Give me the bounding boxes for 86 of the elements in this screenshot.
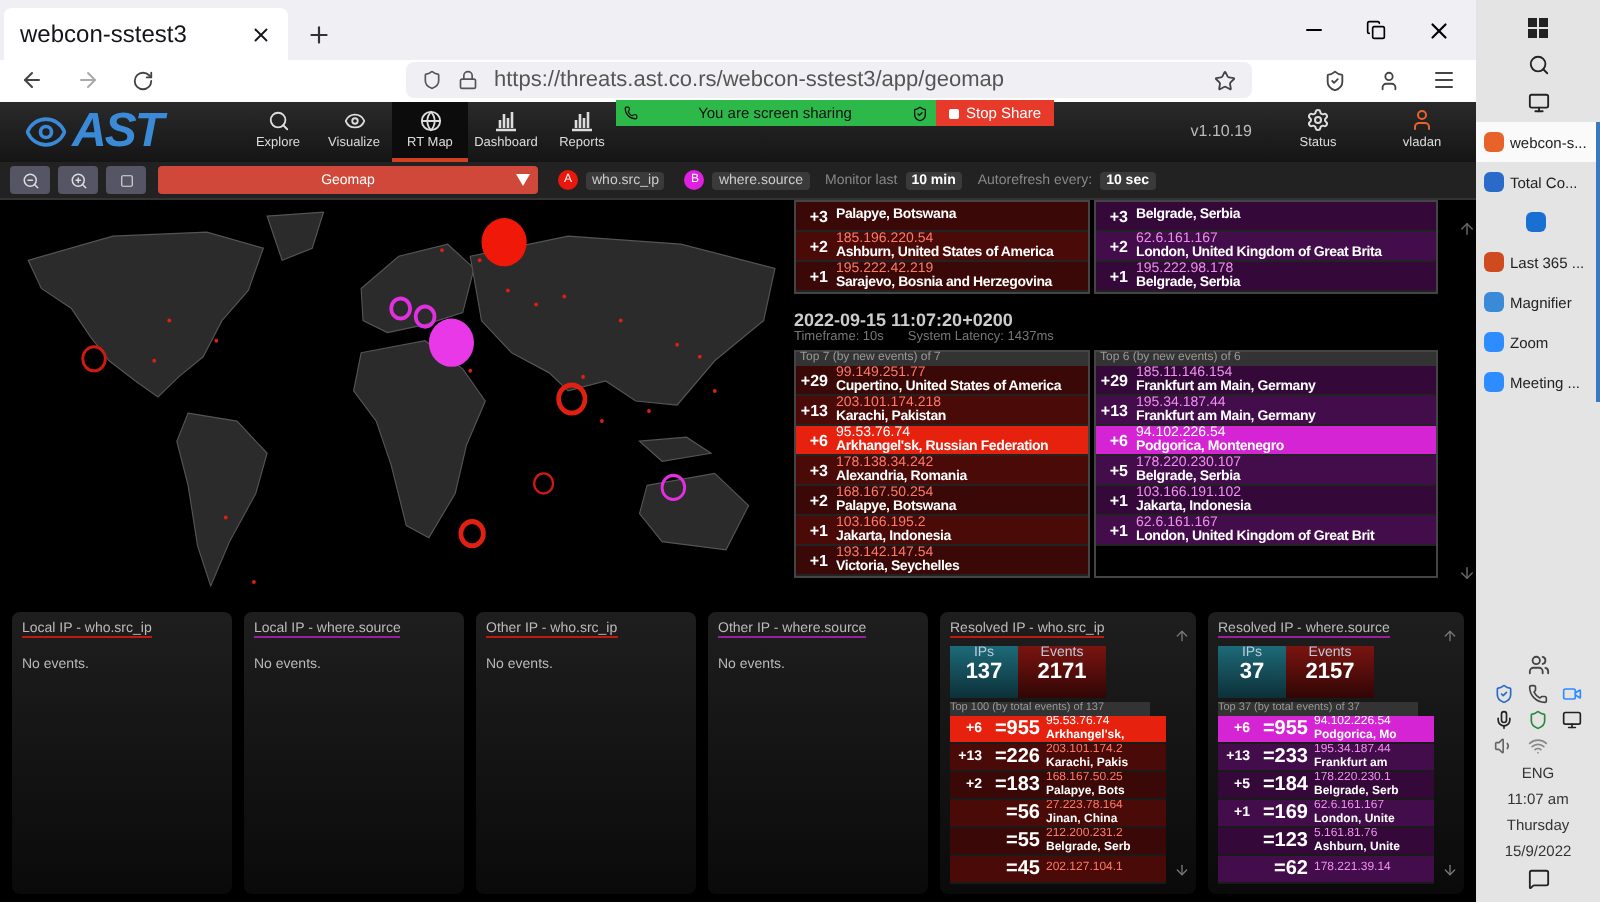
restore-icon[interactable] [1366, 20, 1386, 40]
event-total: =56 [1004, 802, 1042, 824]
event-total: =169 [1260, 802, 1310, 824]
event-total: =955 [1260, 718, 1310, 740]
bar-chart-icon [570, 108, 594, 133]
event-delta: +3 [807, 207, 830, 225]
browser-tab[interactable]: webcon-sstest3 [4, 8, 288, 60]
notification-icon[interactable] [1527, 868, 1549, 890]
back-icon[interactable] [20, 68, 44, 93]
stop-icon [948, 107, 960, 119]
lock-icon [458, 70, 478, 91]
event-delta: +1 [807, 267, 830, 285]
zoom-in-icon [69, 171, 87, 190]
scroll-down-icon[interactable] [1457, 564, 1475, 582]
event-delta: +2 [807, 237, 830, 255]
tile-value: 137 [965, 660, 1003, 684]
event-delta: +13 [798, 401, 830, 419]
phone-icon[interactable] [1528, 684, 1548, 704]
eye-icon [343, 109, 365, 132]
event-delta: +1 [1107, 267, 1130, 285]
monitor-icon[interactable] [1562, 710, 1582, 730]
network-icon[interactable] [1528, 736, 1548, 756]
event-delta: +3 [1107, 207, 1130, 225]
event-total: =55 [1004, 830, 1042, 852]
tab-title: webcon-sstest3 [20, 20, 187, 48]
close-icon[interactable] [1426, 17, 1452, 43]
logo: AST [0, 101, 240, 163]
people-icon[interactable] [1527, 654, 1549, 676]
event-total: =62 [1272, 858, 1310, 880]
bar-chart-icon [494, 108, 518, 133]
event-total: =183 [992, 774, 1042, 796]
version-label: v1.10.19 [1190, 122, 1252, 141]
tile-value: 37 [1239, 660, 1265, 684]
scroll-down-icon[interactable] [1442, 862, 1458, 878]
reload-icon[interactable] [132, 69, 154, 92]
event-delta: +1 [807, 551, 830, 569]
new-tab-icon[interactable] [305, 21, 331, 47]
address-bar[interactable]: https://threats.ast.co.rs/webcon-sstest3/app/geomap [406, 62, 1252, 99]
zoom-out-button[interactable] [10, 166, 50, 195]
caret-icon [516, 174, 530, 187]
event-delta: +29 [798, 371, 830, 389]
task-view-icon[interactable] [1527, 92, 1549, 114]
scroll-up-icon[interactable] [1457, 220, 1475, 238]
zoom-in-button[interactable] [58, 166, 98, 195]
globe-icon [419, 109, 441, 132]
event-delta: +13 [1098, 401, 1130, 419]
microphone-icon[interactable] [1494, 710, 1514, 730]
tile-value: 2171 [1037, 660, 1087, 684]
menu-icon[interactable] [1432, 68, 1456, 93]
close-icon[interactable] [250, 23, 272, 45]
shield-icon[interactable] [1528, 710, 1548, 730]
event-total: =45 [1004, 858, 1042, 880]
scroll-down-icon[interactable] [1174, 862, 1190, 878]
phone-icon [624, 106, 638, 120]
event-delta: +5 [1107, 461, 1130, 479]
event-delta: +29 [1098, 371, 1130, 389]
search-icon[interactable] [1527, 54, 1549, 76]
event-delta: +1 [807, 521, 830, 539]
event-total: =955 [992, 718, 1042, 740]
scroll-up-icon[interactable] [1442, 628, 1458, 644]
gear-icon [1306, 108, 1330, 133]
square-icon [119, 173, 133, 188]
timestamp: 2022-09-15 11:07:20+0200 [794, 310, 1015, 330]
event-delta: +2 [807, 491, 830, 509]
event-delta: +1 [1107, 491, 1130, 509]
event-delta: +1 [1107, 521, 1130, 539]
zoom-out-icon [21, 171, 39, 190]
scroll-up-icon[interactable] [1174, 628, 1190, 644]
event-total: =123 [1260, 830, 1310, 852]
shield-icon [422, 70, 442, 91]
event-delta: +6 [1107, 431, 1130, 449]
shield-icon [912, 105, 928, 121]
event-total: =184 [1260, 774, 1310, 796]
account-icon[interactable] [1378, 69, 1400, 92]
search-icon [267, 109, 289, 132]
event-delta: +2 [1107, 237, 1130, 255]
event-delta: +3 [807, 461, 830, 479]
event-total: =233 [1260, 746, 1310, 768]
event-total: =226 [992, 746, 1042, 768]
event-delta: +6 [807, 431, 830, 449]
tile-value: 2157 [1305, 660, 1355, 684]
avatar-icon [1410, 108, 1434, 133]
fullscreen-button[interactable] [106, 166, 146, 195]
shield-icon[interactable] [1494, 684, 1514, 704]
volume-icon[interactable] [1494, 736, 1514, 756]
star-icon[interactable] [1214, 69, 1236, 92]
